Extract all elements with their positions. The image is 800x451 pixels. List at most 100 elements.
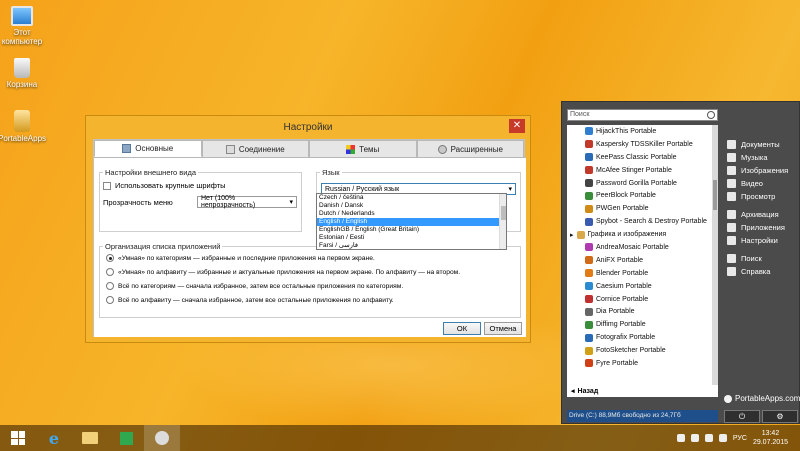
search-input[interactable]: Поиск xyxy=(567,109,718,121)
launcher-link-4[interactable]: Просмотр xyxy=(722,190,800,203)
app-item[interactable]: McAfee Stinger Portable xyxy=(567,164,712,177)
taskbar-ie[interactable]: e xyxy=(36,425,72,451)
large-fonts-checkbox[interactable] xyxy=(103,181,111,190)
close-button[interactable]: ✕ xyxy=(509,119,525,133)
network-icon[interactable] xyxy=(704,434,713,442)
desktop-icon-recycle-bin[interactable]: Корзина xyxy=(0,58,46,89)
launcher-link-11[interactable]: Справка xyxy=(722,265,800,278)
volume-icon[interactable] xyxy=(718,434,727,442)
language-option[interactable]: Farsi / فارسی xyxy=(317,242,506,249)
option-label: «Умная» по алфавиту — избранные и актуал… xyxy=(118,268,461,276)
flag-icon[interactable] xyxy=(690,434,699,442)
language-dropdown-list[interactable]: Czech / čeština Danish / Dansk Dutch / Ned… xyxy=(316,193,507,250)
search-icon[interactable] xyxy=(707,111,715,119)
organization-option-0[interactable]: «Умная» по категориям — избранные и посл… xyxy=(100,251,520,265)
tab-themes[interactable]: Темы xyxy=(309,140,417,157)
options-button[interactable]: ⚙ xyxy=(762,410,798,423)
launcher-link-1[interactable]: Музыка xyxy=(722,151,800,164)
launcher-link-6[interactable]: Архивация xyxy=(722,208,800,221)
power-button[interactable]: ⏻ xyxy=(724,410,760,423)
language-option[interactable]: English / English xyxy=(317,218,506,226)
menu-opacity-select[interactable]: Нет (100% непрозрачность) ▾ xyxy=(197,195,297,209)
language-option[interactable]: Czech / čeština xyxy=(317,194,506,202)
documents-icon xyxy=(727,140,736,149)
windows-logo-icon xyxy=(11,431,25,445)
organization-option-1[interactable]: «Умная» по алфавиту — избранные и актуал… xyxy=(100,265,520,279)
scrollbar-thumb[interactable] xyxy=(713,180,717,210)
app-item[interactable]: Caesium Portable xyxy=(567,280,712,293)
app-item[interactable]: Spybot - Search & Destroy Portable xyxy=(567,215,712,228)
app-item[interactable]: HijackThis Portable xyxy=(567,125,712,138)
tab-label: Расширенные xyxy=(450,144,503,154)
organization-option-3[interactable]: Всё по алфавиту — сначала избранное, зат… xyxy=(100,293,520,307)
back-button[interactable]: ◂ Назад xyxy=(567,385,718,397)
gear-icon: ⚙ xyxy=(776,412,784,421)
launcher-link-10[interactable]: Поиск xyxy=(722,252,800,265)
launcher-link-7[interactable]: Приложения xyxy=(722,221,800,234)
app-item[interactable]: Blender Portable xyxy=(567,267,712,280)
app-item[interactable]: Diffimg Portable xyxy=(567,318,712,331)
cancel-button[interactable]: Отмена xyxy=(484,322,522,335)
launcher-link-0[interactable]: Документы xyxy=(722,138,800,151)
clock-time: 13:42 xyxy=(761,430,780,437)
app-item[interactable]: Password Gorilla Portable xyxy=(567,177,712,190)
connection-icon xyxy=(225,144,235,154)
brand-label: PortableApps.com xyxy=(735,394,800,403)
language-option[interactable]: Estonian / Eesti xyxy=(317,234,506,242)
app-item[interactable]: PeerBlock Portable xyxy=(567,189,712,202)
language-option[interactable]: Danish / Dansk xyxy=(317,202,506,210)
app-item[interactable]: Kaspersky TDSSKiller Portable xyxy=(567,138,712,151)
app-item[interactable]: Fyre Portable xyxy=(567,357,712,370)
taskbar-explorer[interactable] xyxy=(72,425,108,451)
app-item[interactable]: PWGen Portable xyxy=(567,202,712,215)
tab-connection[interactable]: Соединение xyxy=(201,140,309,157)
app-icon xyxy=(585,243,593,252)
app-item[interactable]: Dia Portable xyxy=(567,305,712,318)
app-item[interactable]: AndreaMosaic Portable xyxy=(567,241,712,254)
language-option[interactable]: EnglishGB / English (Great Britain) xyxy=(317,226,506,234)
tray-app-icon[interactable] xyxy=(676,434,685,442)
app-item[interactable]: Cornice Portable xyxy=(567,293,712,306)
organization-options: «Умная» по категориям — избранные и посл… xyxy=(100,251,520,307)
app-item[interactable]: AniFX Portable xyxy=(567,254,712,267)
portableapps-brand[interactable]: PortableApps.com xyxy=(724,394,800,403)
dropdown-scrollbar[interactable] xyxy=(499,194,506,249)
app-item[interactable]: KeePass Classic Portable xyxy=(567,151,712,164)
option-label: «Умная» по категориям — избранные и посл… xyxy=(118,254,375,262)
option-label: Всё по категориям — сначала избранное, з… xyxy=(118,282,404,290)
app-item[interactable]: FotoSketcher Portable xyxy=(567,344,712,357)
chevron-down-icon: ▾ xyxy=(289,199,293,206)
category-item[interactable]: ▸ Графика и изображения xyxy=(567,228,712,241)
launcher-link-3[interactable]: Видео xyxy=(722,177,800,190)
organization-option-2[interactable]: Всё по категориям — сначала избранное, з… xyxy=(100,279,520,293)
app-label: PWGen Portable xyxy=(596,205,649,213)
start-button[interactable] xyxy=(0,425,36,451)
taskbar-store[interactable] xyxy=(108,425,144,451)
tab-advanced[interactable]: Расширенные xyxy=(416,140,524,157)
link-label: Просмотр xyxy=(741,192,776,201)
app-icon xyxy=(585,359,593,368)
launcher-link-2[interactable]: Изображения xyxy=(722,164,800,177)
radio-button[interactable] xyxy=(106,282,114,290)
radio-button[interactable] xyxy=(106,296,114,304)
radio-button[interactable] xyxy=(106,268,114,276)
search-placeholder: Поиск xyxy=(570,111,590,118)
portableapps-logo-icon xyxy=(724,394,732,403)
appearance-group: Настройки внешнего вида Использовать кру… xyxy=(99,168,302,232)
language-indicator[interactable]: РУС xyxy=(733,435,747,442)
desktop-icon-this-pc[interactable]: Этот компьютер xyxy=(0,6,46,46)
clock[interactable]: 13:42 29.07.2015 xyxy=(753,429,788,447)
scrollbar-thumb[interactable] xyxy=(501,206,506,220)
desktop-icon-portableapps[interactable]: PortableApps xyxy=(0,110,46,143)
ok-button[interactable]: ОК xyxy=(443,322,481,335)
app-label: KeePass Classic Portable xyxy=(596,153,677,161)
tab-general[interactable]: Основные xyxy=(94,140,202,157)
taskbar-portableapps[interactable] xyxy=(144,425,180,451)
radio-button[interactable] xyxy=(106,254,114,262)
app-item[interactable]: Fotografix Portable xyxy=(567,331,712,344)
launcher-link-8[interactable]: Настройки xyxy=(722,234,800,247)
app-label: HijackThis Portable xyxy=(596,127,657,135)
drive-status: Drive (C:) 88,9Мб свободно из 24,7Гб xyxy=(567,410,718,422)
app-list-scrollbar[interactable] xyxy=(712,125,718,395)
language-option[interactable]: Dutch / Nederlands xyxy=(317,210,506,218)
